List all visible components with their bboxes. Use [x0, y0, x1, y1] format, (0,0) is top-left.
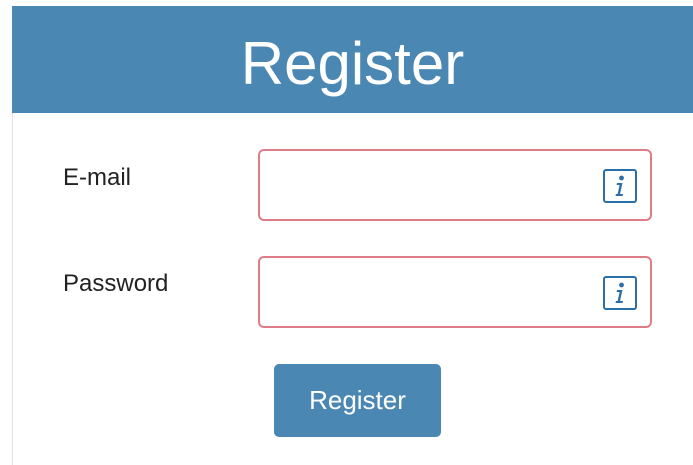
password-field[interactable] — [258, 256, 652, 328]
register-button[interactable]: Register — [274, 364, 441, 437]
password-label: Password — [63, 270, 169, 297]
email-field[interactable] — [258, 149, 652, 221]
password-input[interactable] — [270, 266, 590, 318]
email-input[interactable] — [270, 159, 590, 211]
header-banner: Register — [12, 6, 693, 113]
info-icon[interactable] — [603, 276, 637, 310]
info-icon[interactable] — [603, 169, 637, 203]
page-title: Register — [240, 29, 465, 97]
register-page: Register E-mail Password Register — [0, 0, 693, 465]
email-label: E-mail — [63, 164, 132, 191]
